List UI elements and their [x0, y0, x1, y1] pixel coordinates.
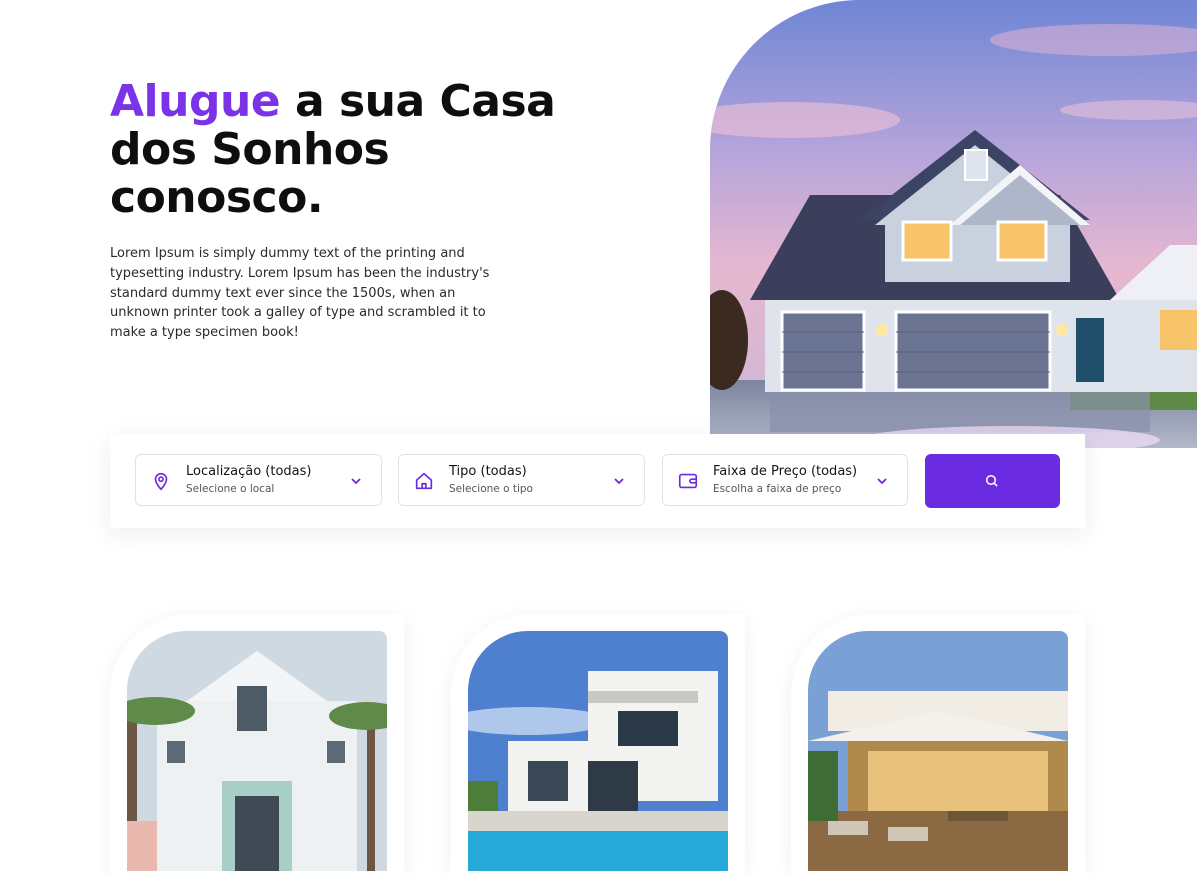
price-filter-dropdown[interactable]: Faixa de Preço (todas) Escolha a faixa d…	[662, 454, 908, 506]
hero-description: Lorem Ipsum is simply dummy text of the …	[110, 246, 490, 341]
listing-photo	[468, 631, 728, 871]
type-filter-title: Tipo (todas)	[449, 464, 527, 479]
hero-title-part-1: a sua Casa	[280, 76, 556, 127]
house-icon	[415, 472, 433, 490]
listing-photo	[127, 631, 387, 871]
type-filter-dropdown[interactable]: Tipo (todas) Selecione o tipo	[398, 454, 645, 506]
hero-house-image	[710, 0, 1197, 448]
chevron-down-icon	[614, 478, 624, 485]
location-filter-subtitle: Selecione o local	[186, 483, 275, 495]
listing-photo	[808, 631, 1068, 871]
hero-title-accent: Alugue	[110, 76, 281, 127]
search-icon	[985, 474, 998, 487]
hero-title: Alugue a sua Casa dos Sonhos conosco.	[110, 78, 630, 222]
hero-title-part-3: conosco.	[110, 172, 324, 223]
type-filter-subtitle: Selecione o tipo	[449, 483, 533, 495]
search-button[interactable]	[925, 454, 1060, 508]
chevron-down-icon	[877, 478, 887, 485]
listing-card[interactable]	[451, 614, 745, 874]
search-bar: Localização (todas) Selecione o local Ti…	[110, 434, 1085, 528]
price-filter-title: Faixa de Preço (todas)	[713, 464, 858, 479]
location-filter-dropdown[interactable]: Localização (todas) Selecione o local	[135, 454, 382, 506]
listing-card[interactable]	[110, 614, 404, 874]
price-filter-subtitle: Escolha a faixa de preço	[713, 483, 842, 495]
wallet-icon	[678, 473, 698, 489]
hero-title-part-2: dos Sonhos	[110, 124, 390, 175]
listing-card[interactable]	[791, 614, 1085, 874]
location-filter-title: Localização (todas)	[186, 464, 312, 479]
chevron-down-icon	[351, 478, 361, 485]
map-pin-icon	[154, 472, 168, 491]
